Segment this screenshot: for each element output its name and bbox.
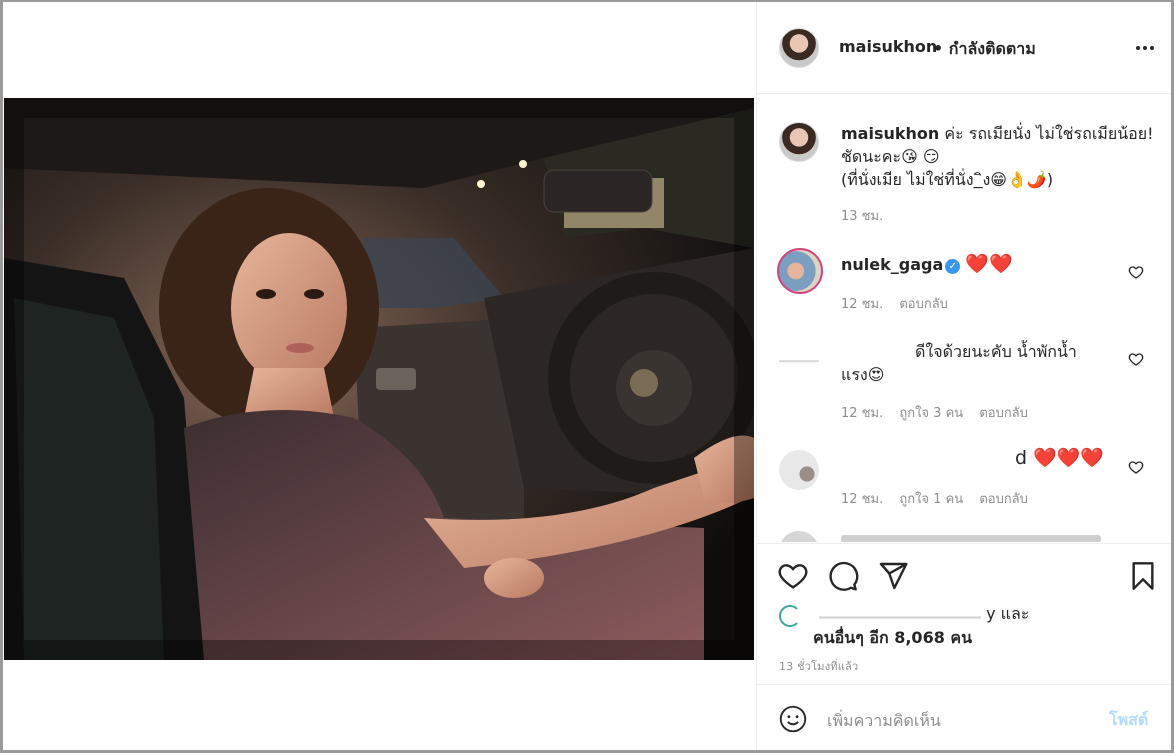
commenter-avatar[interactable]	[777, 248, 823, 294]
comment-text: ดีใจด้วยนะคับ น้ำพักน้ำ	[915, 342, 1077, 361]
post-timestamp[interactable]: 13 ชั่วโมงที่แล้ว	[779, 657, 858, 675]
commenter-avatar[interactable]	[779, 450, 819, 490]
following-status[interactable]: • กำลังติดตาม	[933, 37, 1036, 62]
likes-summary: y และ คนอื่นๆ อีก 8,068 คน	[779, 602, 1159, 648]
bookmark-icon[interactable]	[1127, 560, 1159, 592]
comment-text-continued: แรง😍	[841, 365, 885, 384]
author-username[interactable]: maisukhon	[839, 37, 937, 56]
comment-like-heart-icon[interactable]	[1128, 264, 1144, 280]
comment-body: d ❤️❤️❤️	[1015, 447, 1104, 470]
post-comment-button[interactable]: โพสต์	[1109, 708, 1148, 733]
comment-like-count[interactable]: ถูกใจ 1 คน	[899, 492, 963, 507]
caption-line-1: ค่ะ รถเมียนั่ง ไม่ใช่รถเมียน้อย!	[944, 124, 1154, 143]
comment-timestamp[interactable]: 12 ชม.	[841, 492, 883, 507]
paper-plane-icon[interactable]	[877, 560, 909, 592]
author-avatar[interactable]	[779, 28, 819, 68]
liker-avatar[interactable]	[779, 605, 801, 627]
post-photo[interactable]	[4, 98, 754, 660]
comment-text: ❤️❤️	[965, 253, 1013, 275]
caption-author-avatar[interactable]	[779, 122, 819, 162]
comment-meta: 12 ชม. ถูกใจ 1 คน ตอบกลับ	[841, 488, 1040, 509]
caption-timestamp: 13 ชม.	[841, 209, 884, 224]
caption-line-2: ชัดนะคะ😘 😏	[841, 147, 940, 166]
comment-bubble-icon[interactable]	[827, 560, 859, 592]
reply-button[interactable]: ตอบกลับ	[979, 406, 1028, 421]
comment-meta: 12 ชม. ถูกใจ 3 คน ตอบกลับ	[841, 402, 1040, 423]
comment-like-heart-icon[interactable]	[1128, 351, 1144, 367]
caption-username[interactable]: maisukhon	[841, 124, 939, 143]
comment-text: d ❤️❤️❤️	[1015, 447, 1105, 469]
comment-body: ดีใจด้วยนะคับ น้ำพักน้ำ แรง😍	[841, 340, 1077, 386]
comment-like-heart-icon[interactable]	[1128, 459, 1144, 475]
smiley-icon[interactable]	[779, 705, 807, 733]
add-comment-bar: โพสต์	[757, 686, 1171, 750]
post-actions: y และ คนอื่นๆ อีก 8,068 คน 13 ชั่วโมงที่…	[757, 543, 1171, 685]
post-side-panel: maisukhon • กำลังติดตาม maisukhon ค่ะ รถ…	[756, 2, 1171, 750]
instagram-post-modal: maisukhon • กำลังติดตาม maisukhon ค่ะ รถ…	[0, 0, 1174, 753]
likes-names[interactable]: y และ	[819, 602, 1029, 627]
heart-outline-icon[interactable]	[777, 560, 809, 592]
commenter-avatar[interactable]	[779, 338, 819, 378]
clipped-comment	[841, 535, 1101, 542]
comment-meta: 12 ชม. ตอบกลับ	[841, 293, 960, 314]
comment-input[interactable]	[827, 704, 1087, 736]
comment-timestamp[interactable]: 12 ชม.	[841, 297, 883, 312]
likes-count[interactable]: คนอื่นๆ อีก 8,068 คน	[813, 626, 972, 651]
caption: maisukhon ค่ะ รถเมียนั่ง ไม่ใช่รถเมียน้อ…	[841, 122, 1161, 191]
comment-like-count[interactable]: ถูกใจ 3 คน	[899, 406, 963, 421]
reply-button[interactable]: ตอบกลับ	[899, 297, 948, 312]
likes-names-text: y และ	[986, 604, 1030, 623]
post-header: maisukhon • กำลังติดตาม	[757, 2, 1171, 94]
comments-list[interactable]: maisukhon ค่ะ รถเมียนั่ง ไม่ใช่รถเมียน้อ…	[757, 95, 1171, 542]
caption-line-3: (ที่นั่งเมีย ไม่ใช่ที่นั่ง_ิง😁👌🌶️)	[841, 170, 1054, 189]
car-interior-photo	[4, 98, 754, 660]
more-options-icon[interactable]	[1133, 36, 1157, 60]
comment-timestamp[interactable]: 12 ชม.	[841, 406, 883, 421]
comment-body: nulek_gaga ✓ ❤️❤️	[841, 253, 1013, 276]
commenter-username[interactable]: nulek_gaga	[841, 255, 943, 274]
media-area	[4, 2, 756, 750]
reply-button[interactable]: ตอบกลับ	[979, 492, 1028, 507]
verified-badge-icon: ✓	[945, 259, 961, 274]
commenter-avatar[interactable]	[779, 531, 819, 542]
